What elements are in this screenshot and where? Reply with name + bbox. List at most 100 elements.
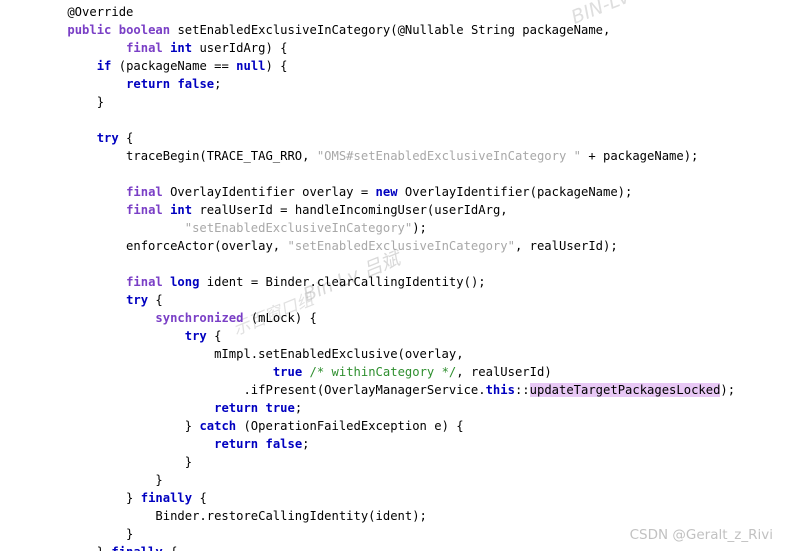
code-line: } finally { [0, 489, 735, 507]
code-token-kw2: null [236, 59, 266, 73]
code-line: } [0, 525, 735, 543]
code-line: } [0, 93, 735, 111]
code-token-pl: (packageName == [111, 59, 237, 73]
code-token-pl: realUserId = handleIncomingUser(userIdAr… [192, 203, 508, 217]
code-token-kw: public [67, 23, 112, 37]
code-token-pl: , realUserId); [514, 239, 618, 253]
code-token-kw2: finally [140, 491, 193, 505]
code-token-pl: @Override [38, 5, 134, 19]
code-token-pl: { [192, 491, 207, 505]
code-token-kw2: try [96, 131, 119, 145]
code-token-pl: (mLock) { [243, 311, 317, 325]
code-token-pl: ; [214, 77, 222, 91]
code-token-kw2: finally [111, 545, 162, 551]
code-line: true /* withinCategory */, realUserId) [0, 363, 735, 381]
code-token-pl: ) { [265, 59, 288, 73]
code-token-pl: setEnabledExclusiveInCategory(@Nullable … [170, 23, 611, 37]
code-token-pl: ; [302, 437, 310, 451]
code-token-pl: } [38, 419, 200, 433]
code-token-kw: final [126, 41, 163, 55]
code-token-kw: final [126, 185, 163, 199]
code-line: synchronized (mLock) { [0, 309, 735, 327]
code-token-kw2: long [170, 275, 200, 289]
code-token-pl: userIdArg) { [192, 41, 288, 55]
code-token-pl: + packageName); [580, 149, 699, 163]
code-line: } catch (OperationFailedException e) { [0, 417, 735, 435]
code-line: try { [0, 291, 735, 309]
code-line: final int userIdArg) { [0, 39, 735, 57]
code-line: return false; [0, 435, 735, 453]
code-token-kw2: return [126, 77, 171, 91]
code-token-pl: { [206, 329, 222, 343]
code-token-kw2: this [485, 383, 515, 397]
code-token-kw2: false [177, 77, 215, 91]
code-token-kw2: int [170, 203, 193, 217]
code-token-kw2: catch [199, 419, 237, 433]
code-token-pl: } [38, 455, 193, 469]
code-token-pl: , realUserId) [456, 365, 552, 379]
code-token-pl: Binder.restoreCallingIdentity(ident); [38, 509, 427, 523]
code-token-kw: final [126, 275, 163, 289]
code-line: try { [0, 327, 735, 345]
code-line: final long ident = Binder.clearCallingId… [0, 273, 735, 291]
code-token-pl: .ifPresent(OverlayManagerService. [38, 383, 486, 397]
source-code-block[interactable]: @Override public boolean setEnabledExclu… [0, 0, 735, 551]
code-line: mImpl.setEnabledExclusive(overlay, [0, 345, 735, 363]
code-token-pl: } [38, 491, 141, 505]
code-token-hl: updateTargetPackagesLocked [529, 383, 721, 397]
code-token-pl: } [38, 473, 163, 487]
code-token-kw2: try [184, 329, 207, 343]
code-line: if (packageName == null) { [0, 57, 735, 75]
code-token-kw2: return [214, 437, 259, 451]
code-token-pl: ; [294, 401, 303, 415]
code-token-kw: synchronized [155, 311, 244, 325]
code-token-str: "OMS#setEnabledExclusiveInCategory " [316, 149, 581, 163]
code-token-pl: enforceActor(overlay, [38, 239, 288, 253]
code-line: } finally { [0, 543, 735, 551]
code-token-pl: ); [720, 383, 736, 397]
code-token-pl: ident = Binder.clearCallingIdentity(); [199, 275, 486, 289]
code-token-kw2: true [265, 401, 295, 415]
code-token-kw2: try [126, 293, 149, 307]
code-line: .ifPresent(OverlayManagerService.this::u… [0, 381, 735, 399]
code-token-kw2: return [214, 401, 259, 415]
code-line: } [0, 471, 735, 489]
code-token-pl: { [148, 293, 163, 307]
code-token-pl: mImpl.setEnabledExclusive(overlay, [38, 347, 464, 361]
code-line: final int realUserId = handleIncomingUse… [0, 201, 735, 219]
code-token-kw: final [126, 203, 163, 217]
code-token-pl: OverlayIdentifier(packageName); [397, 185, 633, 199]
code-token-pl: OverlayIdentifier overlay = [162, 185, 376, 199]
code-token-pl: } [38, 527, 134, 541]
code-token-pl: } [38, 95, 105, 109]
code-token-pl: { [163, 545, 177, 551]
code-token-kw2: int [170, 41, 193, 55]
code-line: "setEnabledExclusiveInCategory"); [0, 219, 735, 237]
code-viewer[interactable]: @Override public boolean setEnabledExclu… [0, 0, 787, 551]
code-token-cmt: /* withinCategory */ [309, 365, 457, 379]
code-token-pl: { [118, 131, 134, 145]
code-line: enforceActor(overlay, "setEnabledExclusi… [0, 237, 735, 255]
code-line: return false; [0, 75, 735, 93]
code-line: public boolean setEnabledExclusiveInCate… [0, 21, 735, 39]
code-token-kw2: true [272, 365, 303, 379]
code-line: @Override [0, 3, 735, 21]
